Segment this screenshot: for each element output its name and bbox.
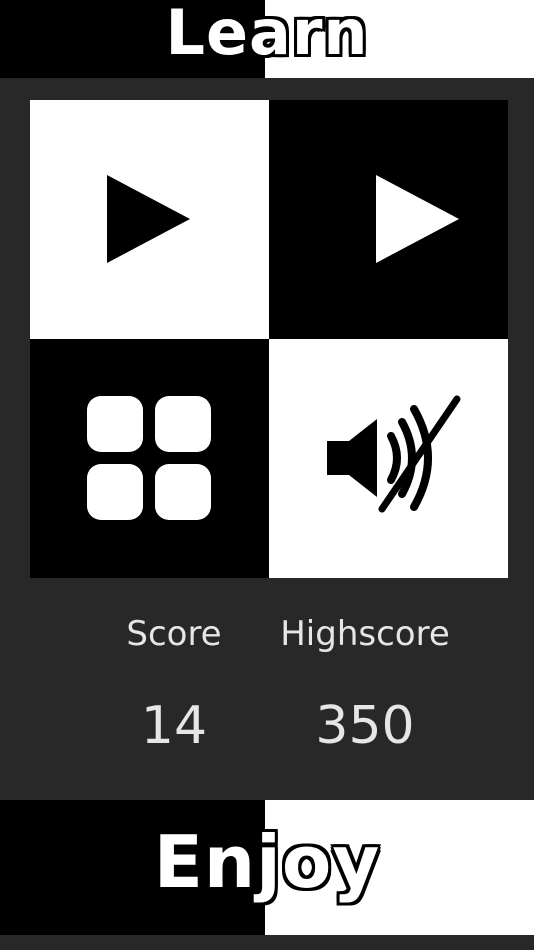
- footer-title: Enjoy: [153, 820, 381, 904]
- sound-toggle-button[interactable]: [269, 339, 508, 578]
- play-button-dark[interactable]: [269, 100, 508, 339]
- play-icon: [107, 175, 190, 263]
- highscore-value: 350: [315, 696, 415, 756]
- grid-icon: [87, 396, 211, 520]
- sound-off-icon: [327, 395, 461, 513]
- highscore-panel: Highscore 350: [262, 614, 468, 756]
- header-title: Learn: [165, 0, 369, 69]
- header-banner: Learn: [0, 0, 534, 78]
- highscore-label: Highscore: [280, 614, 450, 654]
- play-icon: [376, 175, 459, 263]
- score-panel: Score 14: [100, 614, 248, 756]
- bottom-strip: [0, 935, 534, 950]
- score-label: Score: [126, 614, 222, 654]
- menu-grid: [30, 100, 508, 578]
- footer-banner: Enjoy: [0, 800, 534, 935]
- play-button-light[interactable]: [30, 100, 269, 339]
- score-value: 14: [140, 696, 208, 756]
- levels-button[interactable]: [30, 339, 269, 578]
